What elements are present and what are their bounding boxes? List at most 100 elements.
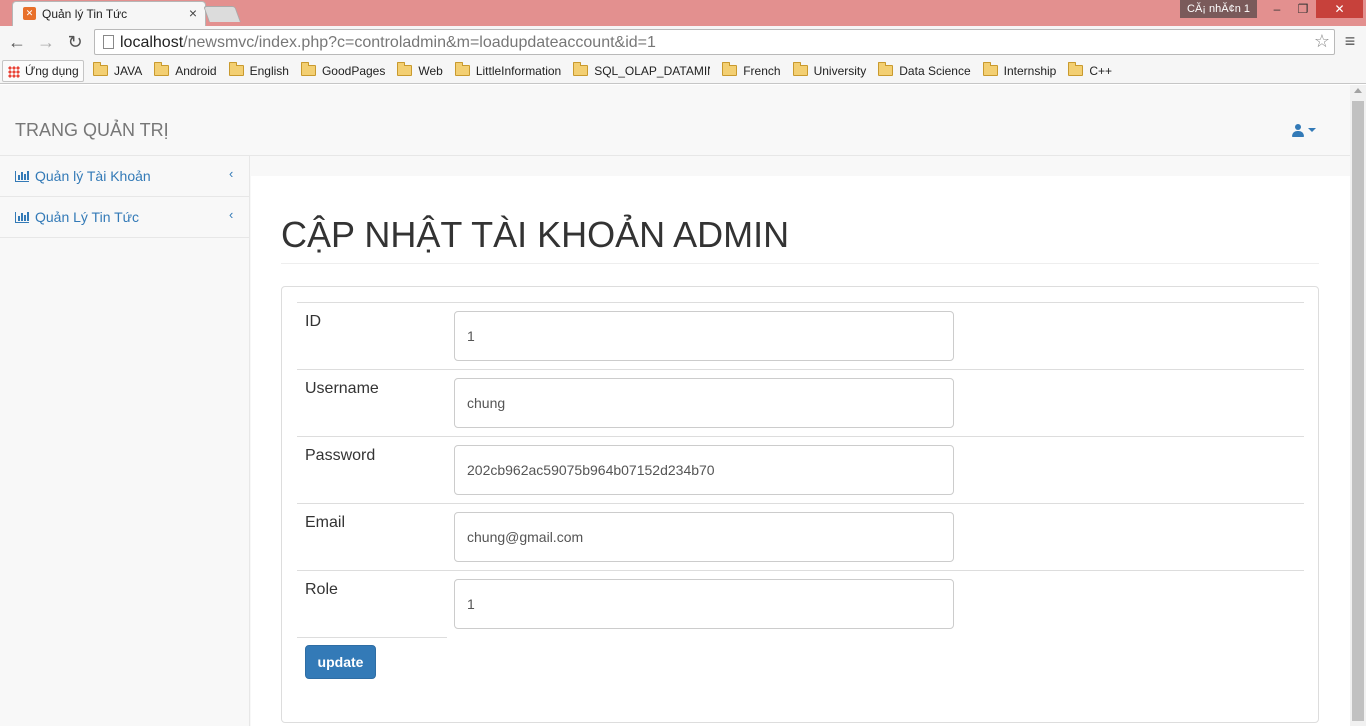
profile-badge[interactable]: CĂ¡ nhĂ¢n 1 bbox=[1180, 0, 1257, 18]
folder-icon bbox=[154, 62, 170, 76]
account-form: ID Username Password Email Role bbox=[297, 302, 1304, 638]
bookmark-item[interactable]: SQL_OLAP_DATAMIN bbox=[573, 58, 710, 84]
bookmark-label: Data Science bbox=[899, 64, 971, 78]
scrollbar-thumb[interactable] bbox=[1352, 101, 1364, 721]
sidebar-item-label: Quản Lý Tin Tức bbox=[35, 209, 140, 225]
apps-shortcut[interactable]: Ứng dụng bbox=[2, 60, 84, 82]
field-label: Role bbox=[305, 581, 338, 598]
field-label: Username bbox=[305, 380, 379, 397]
folder-icon bbox=[722, 62, 738, 76]
folder-icon bbox=[878, 62, 894, 76]
bookmark-item[interactable]: GoodPages bbox=[300, 58, 386, 84]
brand-title[interactable]: TRANG QUẢN TRỊ bbox=[15, 120, 169, 141]
form-row-role: Role bbox=[297, 570, 1304, 637]
top-navbar: TRANG QUẢN TRỊ bbox=[0, 85, 1350, 156]
address-bar[interactable]: localhost/newsmvc/index.php?c=controladm… bbox=[94, 29, 1335, 55]
minimize-button[interactable]: – bbox=[1264, 0, 1290, 18]
sidebar: Quản lý Tài Khoản ‹ Quản Lý Tin Tức ‹ bbox=[0, 156, 250, 726]
bookmark-label: GoodPages bbox=[321, 64, 386, 78]
folder-icon bbox=[573, 62, 589, 76]
chevron-left-icon[interactable]: ‹ bbox=[229, 166, 233, 181]
page-scrollbar[interactable] bbox=[1350, 85, 1366, 726]
maximize-button[interactable]: ❐ bbox=[1290, 0, 1316, 18]
bookmark-item[interactable]: C++ bbox=[1068, 58, 1112, 84]
bookmark-label: JAVA bbox=[114, 64, 143, 78]
field-label: Email bbox=[305, 514, 346, 531]
folder-icon bbox=[93, 62, 108, 76]
bookmark-label: Android bbox=[175, 64, 217, 78]
chevron-left-icon[interactable]: ‹ bbox=[229, 207, 233, 222]
bookmark-item[interactable]: Web bbox=[397, 58, 443, 84]
apps-label: Ứng dụng bbox=[25, 64, 79, 78]
folder-icon bbox=[792, 62, 808, 76]
sidebar-item-label: Quản lý Tài Khoản bbox=[35, 168, 151, 184]
update-button[interactable]: update bbox=[305, 645, 376, 679]
sidebar-item-news[interactable]: Quản Lý Tin Tức ‹ bbox=[0, 197, 249, 238]
page-content: CẬP NHẬT TÀI KHOẢN ADMIN ID Username Pas… bbox=[251, 176, 1350, 726]
field-label: ID bbox=[305, 313, 321, 330]
bookmark-label: SQL_OLAP_DATAMIN bbox=[594, 64, 711, 78]
folder-icon bbox=[1068, 62, 1084, 76]
email-field[interactable] bbox=[454, 512, 954, 562]
browser-tab[interactable]: ✕ Quản lý Tin Tức × bbox=[12, 1, 206, 26]
sidebar-link[interactable]: Quản Lý Tin Tức bbox=[15, 209, 139, 225]
back-arrow-icon[interactable]: ← bbox=[6, 31, 28, 53]
bookmark-item[interactable]: French bbox=[722, 58, 781, 84]
apps-grid-icon bbox=[8, 66, 20, 78]
form-row-email: Email bbox=[297, 503, 1304, 570]
bookmark-item[interactable]: LittleInformation bbox=[454, 58, 562, 84]
bookmark-list: JAVA Android English GoodPages Web Littl… bbox=[93, 58, 1124, 84]
folder-icon bbox=[397, 62, 413, 76]
bookmark-label: LittleInformation bbox=[475, 64, 562, 78]
bookmark-label: Internship bbox=[1003, 64, 1057, 78]
page-viewport: TRANG QUẢN TRỊ Quản lý Tài Khoản ‹ Quản … bbox=[0, 85, 1350, 726]
user-icon bbox=[1292, 123, 1304, 137]
tab-close-icon[interactable]: × bbox=[189, 5, 197, 21]
bookmark-label: English bbox=[249, 64, 289, 78]
reload-icon[interactable]: ↻ bbox=[64, 31, 86, 53]
bar-chart-icon bbox=[15, 171, 29, 182]
page-title: CẬP NHẬT TÀI KHOẢN ADMIN bbox=[281, 214, 1319, 264]
id-field[interactable] bbox=[454, 311, 954, 361]
new-tab-button[interactable] bbox=[203, 6, 241, 22]
scroll-up-arrow-icon[interactable] bbox=[1354, 88, 1362, 93]
url-text[interactable]: localhost/newsmvc/index.php?c=controladm… bbox=[120, 34, 656, 52]
caret-down-icon bbox=[1308, 128, 1316, 133]
bookmark-label: C++ bbox=[1089, 64, 1113, 78]
password-field[interactable] bbox=[454, 445, 954, 495]
form-row-username: Username bbox=[297, 369, 1304, 436]
sidebar-item-accounts[interactable]: Quản lý Tài Khoản ‹ bbox=[0, 156, 249, 197]
bookmark-item[interactable]: Android bbox=[154, 58, 217, 84]
browser-menu-icon[interactable]: ≡ bbox=[1340, 31, 1360, 51]
username-field[interactable] bbox=[454, 378, 954, 428]
xampp-favicon-icon: ✕ bbox=[23, 7, 36, 20]
bookmark-item[interactable]: Internship bbox=[982, 58, 1057, 84]
bookmark-item[interactable]: University bbox=[792, 58, 867, 84]
form-row-id: ID bbox=[297, 302, 1304, 369]
folder-icon bbox=[228, 62, 244, 76]
browser-titlebar: ✕ Quản lý Tin Tức × CĂ¡ nhĂ¢n 1 – ❐ ✕ bbox=[0, 0, 1366, 26]
bar-chart-icon bbox=[15, 212, 29, 223]
table-divider bbox=[297, 637, 447, 638]
page-icon bbox=[103, 35, 114, 49]
bookmark-label: French bbox=[743, 64, 781, 78]
field-label: Password bbox=[305, 447, 376, 464]
bookmark-star-icon[interactable]: ☆ bbox=[1314, 31, 1330, 52]
bookmark-item[interactable]: Data Science bbox=[878, 58, 971, 84]
url-host: localhost bbox=[120, 34, 184, 51]
form-row-password: Password bbox=[297, 436, 1304, 503]
bookmark-label: University bbox=[813, 64, 867, 78]
bookmark-item[interactable]: English bbox=[228, 58, 289, 84]
forward-arrow-icon[interactable]: → bbox=[35, 31, 57, 53]
role-field[interactable] bbox=[454, 579, 954, 629]
folder-icon bbox=[982, 62, 998, 76]
bookmark-item[interactable]: JAVA bbox=[93, 58, 142, 84]
url-path: /newsmvc/index.php?c=controladmin&m=load… bbox=[183, 34, 656, 51]
sidebar-link[interactable]: Quản lý Tài Khoản bbox=[15, 168, 151, 184]
user-dropdown[interactable] bbox=[1292, 121, 1316, 137]
folder-icon bbox=[454, 62, 470, 76]
tab-title: Quản lý Tin Tức bbox=[42, 7, 128, 21]
bookmarks-bar: Ứng dụng JAVA Android English GoodPages … bbox=[0, 58, 1366, 84]
close-window-button[interactable]: ✕ bbox=[1316, 0, 1363, 18]
bookmark-label: Web bbox=[418, 64, 443, 78]
